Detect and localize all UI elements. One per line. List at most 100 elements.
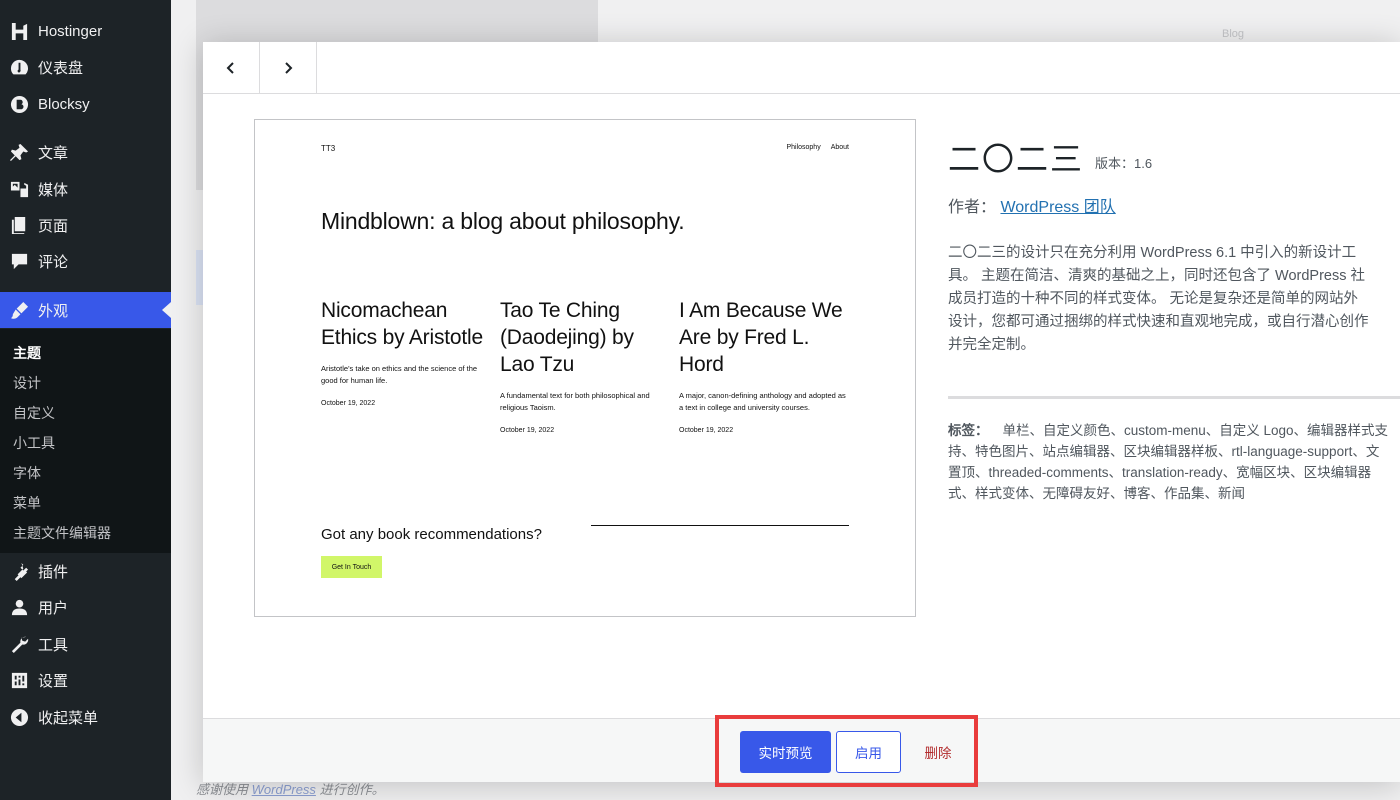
submenu-item-menus[interactable]: 菜单: [13, 493, 41, 513]
sidebar-item-hostinger[interactable]: Hostinger: [0, 13, 171, 49]
submenu-item-theme-editor[interactable]: 主题文件编辑器: [13, 523, 111, 543]
modal-footer: 实时预览 启用 删除: [203, 715, 1400, 787]
next-theme-button[interactable]: [260, 42, 317, 94]
sidebar-item-label: 工具: [38, 636, 69, 654]
settings-icon: [9, 670, 29, 690]
theme-tags: 标签： 单栏、自定义颜色、custom-menu、自定义 Logo、编辑器样式支 …: [948, 420, 1400, 504]
author-prefix: 作者：: [948, 199, 997, 216]
previous-theme-button[interactable]: [203, 42, 260, 94]
sidebar-item-dashboard[interactable]: 仪表盘: [0, 49, 171, 85]
screenshot-post: Nicomachean Ethics by Aristotle Aristotl…: [321, 297, 491, 407]
submenu-item-customize[interactable]: 自定义: [13, 403, 55, 423]
footer-prefix: 感谢使用: [196, 782, 249, 797]
screenshot-cta: Got any book recommendations?: [321, 526, 542, 543]
sidebar-item-label: 评论: [38, 253, 69, 271]
sidebar-item-label: 用户: [38, 599, 69, 617]
tags-line: 式、样式变体、无障碍友好、博客、作品集、新闻: [948, 486, 1245, 501]
sidebar-item-blocksy[interactable]: Blocksy: [0, 86, 171, 122]
sidebar-item-users[interactable]: 用户: [0, 589, 171, 625]
tags-line: 持、特色图片、站点编辑器、区块编辑器样板、rtl-language-suppor…: [948, 444, 1380, 459]
tags-text: 单栏、自定义颜色、custom-menu、自定义 Logo、编辑器样式支: [1002, 423, 1389, 438]
tags-line: 置顶、threaded-comments、translation-ready、宽…: [948, 465, 1372, 480]
blocksy-icon: [9, 94, 29, 114]
submenu-item-design[interactable]: 设计: [13, 373, 41, 393]
description-line: 设计，您都可通过捆绑的样式快速和直观地完成，或自行潜心创作: [948, 314, 1369, 330]
post-title: I Am Because We Are by Fred L. Hord: [679, 299, 843, 376]
highlight-annotation-box: [715, 715, 978, 787]
footer-wordpress-link[interactable]: WordPress: [252, 782, 316, 797]
sidebar-item-label: 设置: [38, 672, 69, 690]
sidebar-item-posts[interactable]: 文章: [0, 134, 171, 170]
chevron-right-icon: [285, 62, 293, 74]
sidebar-item-label: 收起菜单: [38, 709, 99, 727]
theme-details-modal: TT3 Philosophy About Mindblown: a blog a…: [203, 42, 1400, 787]
screenshot-post: I Am Because We Are by Fred L. Hord A ma…: [679, 297, 849, 434]
post-title: Nicomachean Ethics by Aristotle: [321, 299, 483, 349]
screenshot-nav-item: About: [830, 144, 849, 151]
pin-icon: [9, 142, 29, 162]
sidebar-item-label: 文章: [38, 144, 69, 162]
sidebar-item-label: Hostinger: [38, 22, 103, 40]
post-excerpt: A fundamental text for both philosophica…: [500, 391, 650, 412]
wrench-icon: [9, 634, 29, 654]
sidebar-item-appearance[interactable]: 外观: [0, 292, 171, 328]
appearance-icon: [9, 300, 29, 320]
hostinger-icon: [9, 21, 29, 41]
author-link[interactable]: WordPress 团队: [1000, 199, 1115, 216]
theme-author: 作者： WordPress 团队: [948, 193, 1116, 217]
sidebar-item-settings[interactable]: 设置: [0, 662, 171, 698]
description-line: 并完全定制。: [948, 337, 1035, 353]
screenshot-cta-button: Get In Touch: [321, 556, 382, 578]
background-blog-label: Blog: [1222, 28, 1245, 40]
sidebar-item-comments[interactable]: 评论: [0, 243, 171, 279]
appearance-submenu: 主题 设计 自定义 小工具 字体 菜单 主题文件编辑器: [0, 329, 171, 553]
sidebar-item-label: 页面: [38, 217, 69, 235]
post-date: October 19, 2022: [321, 400, 376, 407]
description-line: 二〇二三的设计只在充分利用 WordPress 6.1 中引入的新设计工: [948, 245, 1357, 261]
sidebar-item-label: 外观: [38, 302, 69, 320]
chevron-left-icon: [226, 62, 234, 74]
screenshot-site-name: TT3: [321, 144, 336, 153]
sidebar-item-label: 媒体: [38, 181, 69, 199]
admin-sidebar: Hostinger 仪表盘 Blocksy 文章 媒体 页面 评论 外观 主题 …: [0, 0, 171, 800]
sidebar-item-tools[interactable]: 工具: [0, 626, 171, 662]
submenu-item-widgets[interactable]: 小工具: [13, 433, 55, 453]
theme-version: 版本：1.6: [1095, 156, 1153, 171]
sidebar-item-label: 插件: [38, 563, 69, 581]
theme-name: 二〇二三: [948, 141, 1085, 177]
sidebar-item-collapse[interactable]: 收起菜单: [0, 699, 171, 735]
sidebar-item-pages[interactable]: 页面: [0, 207, 171, 243]
post-date: October 19, 2022: [500, 427, 555, 434]
post-date: October 19, 2022: [679, 427, 734, 434]
post-excerpt: Aristotle's take on ethics and the scien…: [321, 364, 478, 385]
sidebar-item-label: Blocksy: [38, 95, 90, 113]
tags-label: 标签：: [948, 423, 989, 438]
screenshot-post: Tao Te Ching (Daodejing) by Lao Tzu A fu…: [500, 297, 670, 434]
description-line: 成员打造的十种不同的样式变体。 无论是复杂还是简单的网站外: [948, 291, 1359, 307]
section-divider: [948, 396, 1400, 399]
screenshot-nav-item: Philosophy: [786, 144, 821, 151]
dashboard-icon: [9, 57, 29, 77]
screenshot-headline: Mindblown: a blog about philosophy.: [321, 208, 685, 234]
collapse-icon: [9, 707, 29, 727]
post-title: Tao Te Ching (Daodejing) by Lao Tzu: [500, 299, 634, 376]
theme-description: 二〇二三的设计只在充分利用 WordPress 6.1 中引入的新设计工 具。 …: [948, 242, 1400, 357]
screenshot-nav: Philosophy About: [786, 144, 849, 151]
footer-suffix: 进行创作。: [319, 782, 385, 797]
media-icon: [9, 179, 29, 199]
sidebar-item-label: 仪表盘: [38, 59, 84, 77]
modal-header: [203, 42, 1400, 94]
comment-icon: [9, 251, 29, 271]
theme-screenshot: TT3 Philosophy About Mindblown: a blog a…: [254, 119, 916, 617]
sidebar-item-media[interactable]: 媒体: [0, 171, 171, 207]
screenshot-divider: [591, 525, 849, 526]
user-icon: [9, 597, 29, 617]
plugin-icon: [9, 561, 29, 581]
submenu-item-themes[interactable]: 主题: [13, 343, 41, 363]
page-icon: [9, 215, 29, 235]
post-excerpt: A major, canon-defining anthology and ad…: [679, 391, 846, 412]
description-line: 具。 主题在简洁、清爽的基础之上，同时还包含了 WordPress 社: [948, 268, 1366, 284]
submenu-item-fonts[interactable]: 字体: [13, 463, 41, 483]
sidebar-item-plugins[interactable]: 插件: [0, 553, 171, 589]
tags-line: 标签： 单栏、自定义颜色、custom-menu、自定义 Logo、编辑器样式支: [948, 420, 1400, 441]
